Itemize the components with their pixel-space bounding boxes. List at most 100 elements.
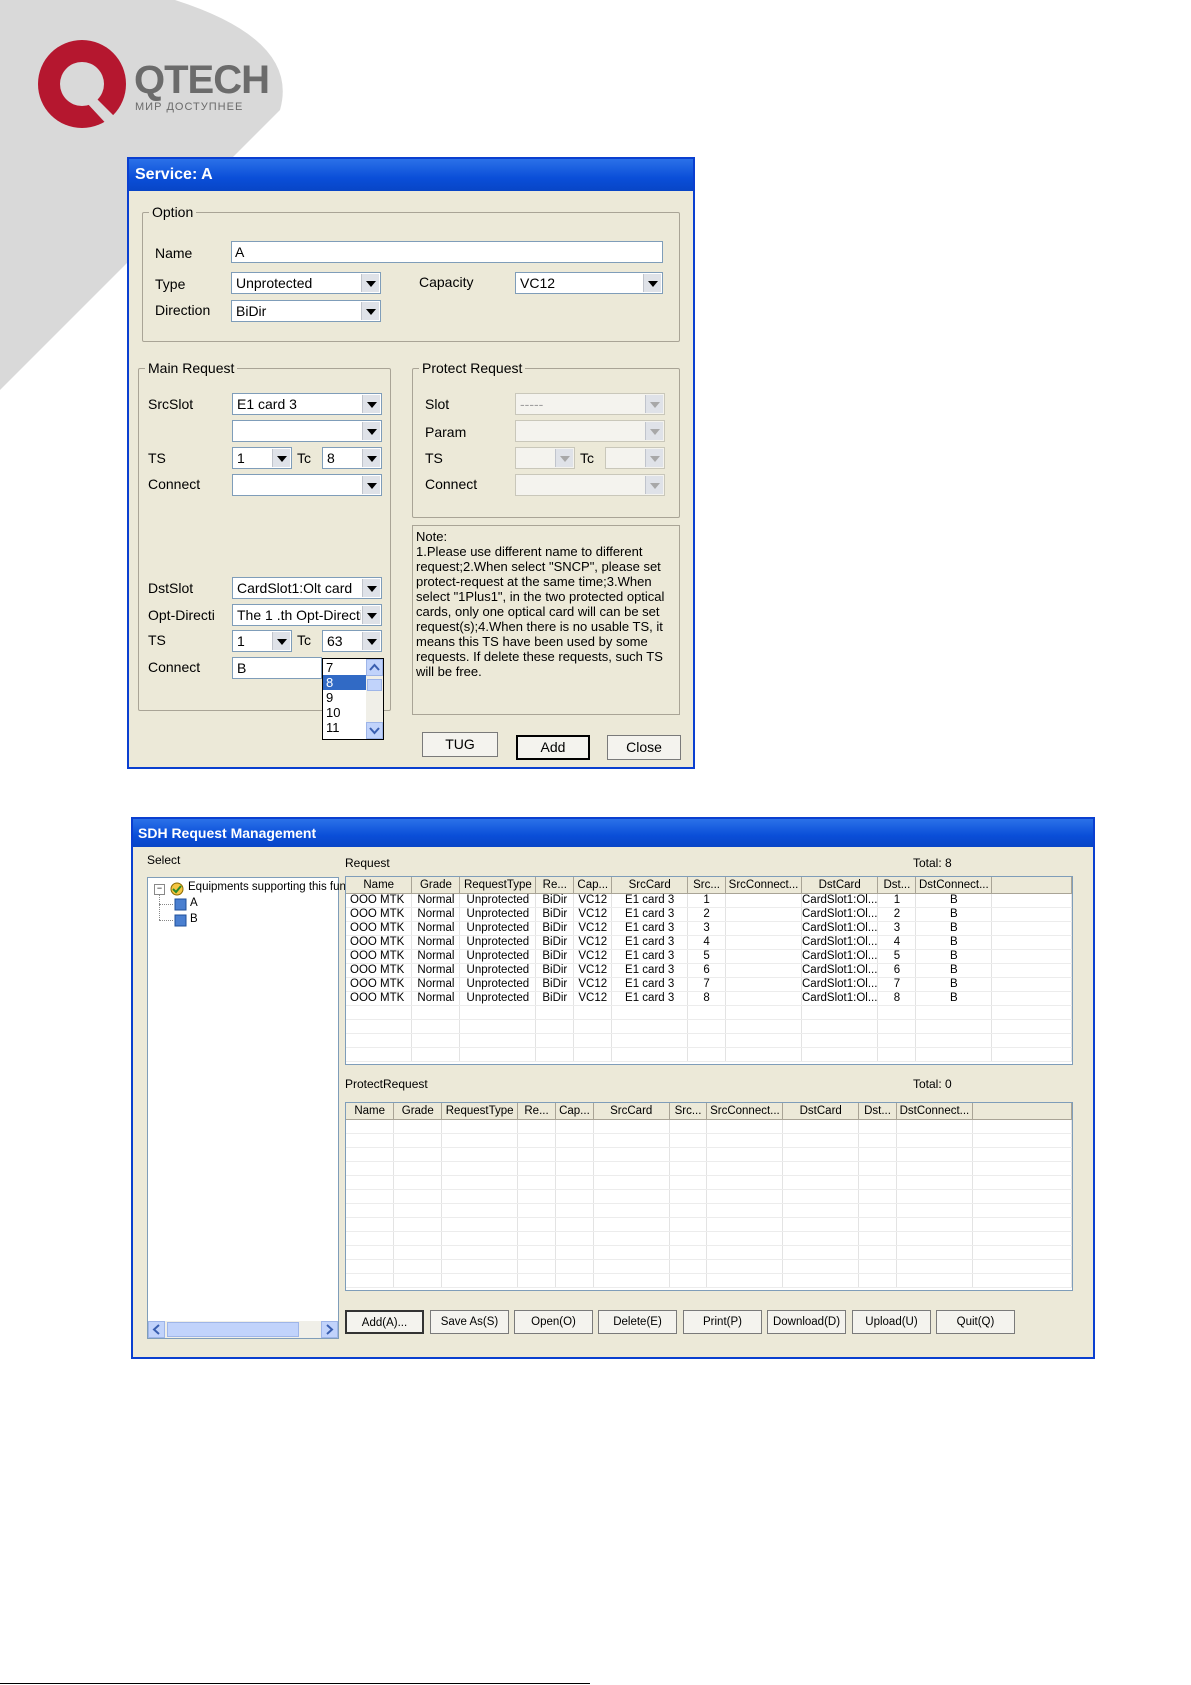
table-row[interactable]: OOO MTK Normal Unprotected BiDir VC12 E1 card… [346,963,1072,978]
table-row[interactable] [346,1147,1072,1162]
scroll-thumb[interactable] [367,679,382,691]
print-button[interactable]: Print(P) [683,1310,762,1334]
table-row[interactable] [346,1161,1072,1176]
chevron-down-icon[interactable] [362,606,380,624]
scroll-thumb[interactable] [167,1322,299,1337]
type-select[interactable]: Unprotected [231,272,381,294]
chevron-down-icon[interactable] [362,579,380,597]
column-header[interactable]: SrcConnect... [725,877,802,894]
column-header[interactable]: Dst... [877,877,917,894]
table-row[interactable] [346,1231,1072,1246]
protect-connect-select[interactable] [515,474,665,496]
chevron-down-icon[interactable] [362,422,380,440]
chevron-down-icon[interactable] [272,632,290,650]
column-header[interactable]: Cap... [573,877,613,894]
protect-tc-select[interactable] [605,447,665,469]
add-button[interactable]: Add(A)... [345,1310,424,1334]
table-row[interactable]: OOO MTK Normal Unprotected BiDir VC12 E1 card… [346,991,1072,1006]
tree-item-b[interactable]: B [190,913,198,925]
column-header[interactable]: RequestType [459,877,537,894]
table-row[interactable]: OOO MTK Normal Unprotected BiDir VC12 E1 card… [346,907,1072,922]
protect-request-table[interactable]: Name Grade RequestType Re... Cap... SrcCard Sr… [345,1102,1073,1291]
open-button[interactable]: Open(O) [514,1310,593,1334]
table-row[interactable]: OOO MTK Normal Unprotected BiDir VC12 E1 card… [346,949,1072,964]
dst-connect-select[interactable]: B [232,657,322,679]
tree-hscrollbar[interactable] [148,1321,338,1338]
table-row[interactable] [346,1245,1072,1260]
protect-ts-select[interactable] [515,447,575,469]
tree-root-label[interactable]: Equipments supporting this fun [188,881,346,893]
chevron-down-icon[interactable] [362,395,380,413]
capacity-select[interactable]: VC12 [515,272,663,294]
column-header[interactable]: Src... [669,1103,708,1120]
table-row[interactable] [346,1189,1072,1204]
protect-slot-select[interactable]: ----- [515,393,665,415]
src-param-select[interactable] [232,420,382,442]
scroll-up-icon[interactable] [366,659,383,676]
column-header[interactable]: Grade [411,877,461,894]
scroll-left-icon[interactable] [148,1321,165,1338]
add-button[interactable]: Add [516,735,590,760]
column-header[interactable]: SrcCard [593,1103,670,1120]
table-row[interactable] [346,1133,1072,1148]
tc-select[interactable]: 8 [322,447,382,469]
chevron-down-icon[interactable] [645,395,663,413]
chevron-down-icon[interactable] [645,476,663,494]
save-as-button[interactable]: Save As(S) [430,1310,509,1334]
tc-dropdown-list[interactable]: 7 8 9 10 11 [322,658,384,740]
dropdown-option[interactable]: 9 [323,690,366,705]
dst-ts-select[interactable]: 1 [232,630,292,652]
table-row[interactable] [346,1005,1072,1020]
column-header[interactable]: DstConnect... [915,877,993,894]
column-header[interactable]: DstCard [801,877,879,894]
table-row[interactable] [346,1273,1072,1288]
connect-select[interactable] [232,474,382,496]
dstslot-select[interactable]: CardSlot1:Olt card [232,577,382,599]
table-row[interactable]: OOO MTK Normal Unprotected BiDir VC12 E1 card… [346,977,1072,992]
column-header[interactable]: Re... [535,877,575,894]
chevron-down-icon[interactable] [645,422,663,440]
srcslot-select[interactable]: E1 card 3 [232,393,382,415]
table-row[interactable] [346,1019,1072,1034]
chevron-down-icon[interactable] [361,274,379,292]
download-button[interactable]: Download(D) [767,1310,846,1334]
delete-button[interactable]: Delete(E) [598,1310,677,1334]
table-row[interactable] [346,1033,1072,1048]
dst-tc-select[interactable]: 63 [322,630,382,652]
chevron-down-icon[interactable] [362,476,380,494]
table-row[interactable] [346,1217,1072,1232]
column-header[interactable]: DstCard [782,1103,860,1120]
column-header[interactable]: Re... [517,1103,556,1120]
close-button[interactable]: Close [607,735,681,760]
request-table[interactable]: Name Grade RequestType Re... Cap... SrcCard Sr… [345,876,1073,1065]
chevron-down-icon[interactable] [272,449,290,467]
chevron-down-icon[interactable] [362,449,380,467]
column-header[interactable]: RequestType [441,1103,519,1120]
column-header[interactable]: SrcConnect... [706,1103,784,1120]
tug-button[interactable]: TUG [422,732,498,757]
chevron-down-icon[interactable] [362,632,380,650]
column-header[interactable]: Grade [393,1103,443,1120]
name-input[interactable]: A [231,241,663,263]
quit-button[interactable]: Quit(Q) [936,1310,1015,1334]
table-row[interactable] [346,1175,1072,1190]
column-header[interactable]: SrcCard [611,877,689,894]
upload-button[interactable]: Upload(U) [852,1310,931,1334]
table-row[interactable] [346,1047,1072,1062]
table-row[interactable] [346,1259,1072,1274]
column-header[interactable]: Cap... [555,1103,594,1120]
table-row[interactable] [346,1119,1072,1134]
column-header[interactable]: Name [346,877,413,894]
chevron-down-icon[interactable] [643,274,661,292]
dropdown-option[interactable]: 11 [323,720,366,735]
dropdown-option[interactable]: 8 [323,675,366,690]
equipment-tree[interactable]: − Equipments supporting this fun A B [147,877,346,1339]
dropdown-option[interactable]: 7 [323,660,366,675]
chevron-down-icon[interactable] [645,449,663,467]
dropdown-scrollbar[interactable] [366,659,383,739]
column-header[interactable]: Src... [687,877,727,894]
scroll-down-icon[interactable] [366,722,383,739]
table-row[interactable]: OOO MTK Normal Unprotected BiDir VC12 E1 card… [346,893,1072,908]
chevron-down-icon[interactable] [555,449,573,467]
table-row[interactable]: OOO MTK Normal Unprotected BiDir VC12 E1 card… [346,921,1072,936]
